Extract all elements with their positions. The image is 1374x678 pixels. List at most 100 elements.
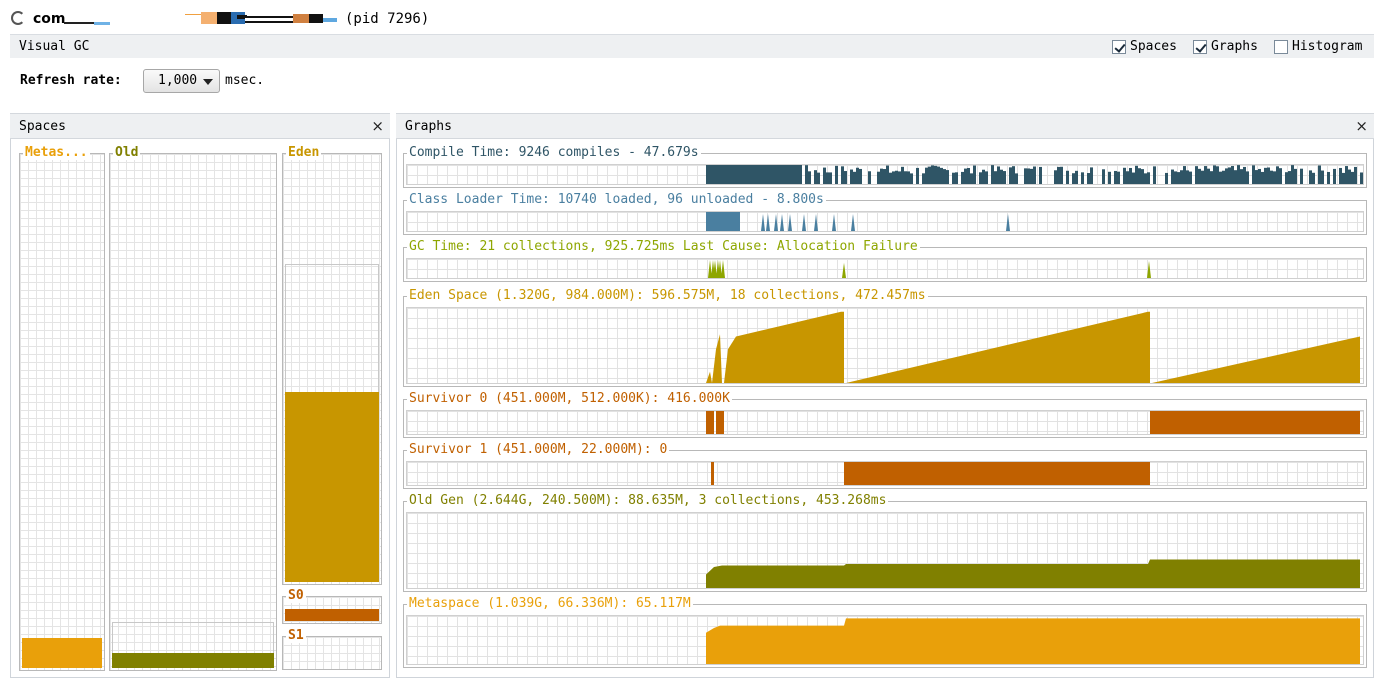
compile-time-bar [1138,168,1141,184]
compile-time-bar [856,167,859,184]
compile-time-bar [1246,171,1249,184]
compile-time-bar [1291,165,1294,184]
compile-time-bar [739,165,742,184]
class-loader-spike [788,213,792,231]
compile-time-bar [1273,171,1276,184]
eden-column: Eden [282,146,382,585]
compile-time-bar [1186,170,1189,184]
compile-time-bar [790,165,793,184]
compile-time-bar [1267,167,1270,184]
compile-time-bar [1015,173,1018,184]
compile-time-bar [730,165,733,184]
compile-time-bar [1003,171,1006,184]
metaspace-fill [22,638,102,668]
compile-time-bar [1114,170,1117,184]
compile-time-bar [1108,171,1111,184]
compile-time-bar [1087,173,1090,184]
compile-time-bar [886,165,889,184]
compile-time-bar [904,171,907,184]
graph-label: Old Gen (2.644G, 240.500M): 88.635M, 3 c… [407,493,889,508]
compile-time-bar [1195,166,1198,184]
close-icon[interactable]: × [1355,117,1368,135]
s0-label: S0 [286,588,306,603]
compile-time-bar [970,173,973,184]
compile-time-bar [1231,165,1234,184]
compile-time-bar [823,167,826,184]
compile-time-bar [1351,171,1354,184]
compile-time-bar [859,168,862,184]
compile-time-bar [1258,168,1261,184]
dropdown-arrow-icon [203,79,213,85]
compile-time-bar [922,173,925,184]
checkbox-unchecked-icon[interactable] [1274,39,1288,54]
graph-label: Survivor 0 (451.000M, 512.000K): 416.000… [407,391,732,406]
compile-time-bar [877,171,880,184]
graph-metaspace: Metaspace (1.039G, 66.336M): 65.117M [403,597,1367,668]
compile-time-bar [1024,168,1027,184]
close-icon[interactable]: × [371,117,384,135]
compile-time-bar [1279,168,1282,184]
compile-time-bar [967,167,970,184]
compile-time-bar [1240,169,1243,184]
graph-old-gen: Old Gen (2.644G, 240.500M): 88.635M, 3 c… [403,494,1367,592]
graph-label: Survivor 1 (451.000M, 22.000M): 0 [407,442,670,457]
gc-time-spike [721,259,725,278]
histogram-checkbox[interactable]: Histogram [1274,39,1362,54]
compile-time-bar [724,165,727,184]
compile-time-bar [1348,169,1351,184]
checkbox-checked-icon[interactable] [1112,39,1126,54]
compile-time-bar [841,166,844,184]
compile-time-bar [1090,167,1093,184]
graphs-panel-title: Graphs [405,119,452,134]
old-gen-column: Old [109,146,277,671]
compile-time-bar [787,165,790,184]
app-name: com [33,11,66,27]
compile-time-bar [916,167,919,184]
compile-time-bar [892,171,895,184]
compile-time-bar [754,165,757,184]
compile-time-bar [742,165,745,184]
compile-time-bar [1189,171,1192,184]
compile-time-bar [1057,166,1060,184]
class-loader-spike [1006,213,1010,231]
graphs-checkbox[interactable]: Graphs [1193,39,1258,54]
compile-time-bar [1054,170,1057,184]
compile-time-bar [763,165,766,184]
gc-time-spike [1147,260,1151,278]
compile-time-bar [1342,172,1345,184]
compile-time-bar [1132,172,1135,184]
compile-time-bar [1135,165,1138,184]
compile-time-bar [1276,166,1279,184]
compile-time-bar [751,165,754,184]
class-loader-spike [766,213,770,231]
compile-time-bar [715,165,718,184]
compile-time-bar [1225,168,1228,184]
compile-time-bar [766,165,769,184]
spaces-checkbox[interactable]: Spaces [1112,39,1177,54]
compile-time-bar [853,171,856,184]
compile-time-bar [1360,172,1363,184]
checkbox-checked-icon[interactable] [1193,39,1207,54]
compile-time-bar [808,171,811,184]
compile-time-bar [1237,165,1240,184]
spaces-panel-title: Spaces [19,119,66,134]
compile-time-bar [934,165,937,184]
app-name-redacted [64,22,112,26]
class-loader-bar [706,212,740,231]
compile-time-bar [907,171,910,184]
redacted-block [185,12,340,26]
compile-time-bar [1126,171,1129,184]
compile-time-bar [1318,165,1321,184]
visualgc-toolbar: Visual GC Spaces Graphs Histogram [10,34,1374,58]
compile-time-bar [901,166,904,184]
survivor1-bar [711,462,714,485]
compile-time-bar [721,165,724,184]
compile-time-bar [1198,168,1201,184]
loading-spinner-icon [11,11,25,25]
refresh-rate-select[interactable]: 1,000 [143,69,220,93]
eden-fill [285,392,379,582]
graph-label: Metaspace (1.039G, 66.336M): 65.117M [407,596,693,611]
compile-time-bar [850,169,853,184]
class-loader-spike [832,213,836,231]
compile-time-bar [880,168,883,184]
